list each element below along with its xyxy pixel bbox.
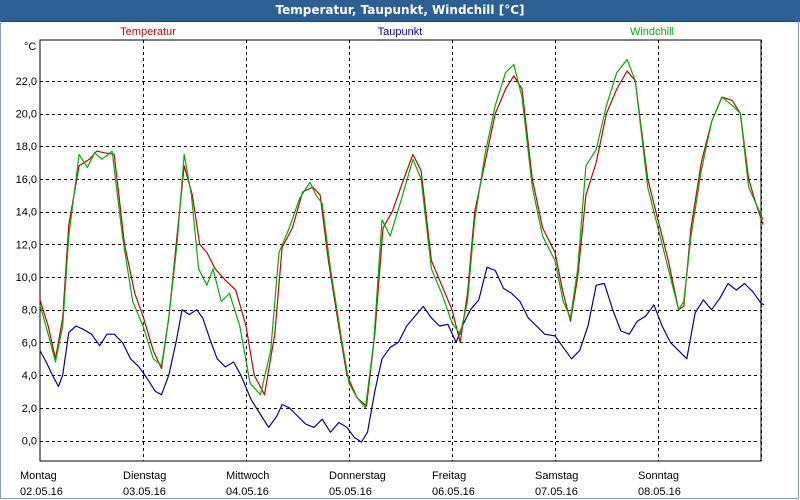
y-tick-label: 16,0 — [16, 174, 37, 186]
legend-taupunkt: Taupunkt — [378, 26, 423, 38]
x-tick-day: Sonntag — [638, 470, 679, 482]
legend-windchill: Windchill — [630, 26, 674, 38]
series-line-temperatur — [39, 70, 764, 407]
x-tick-date: 08.05.16 — [638, 486, 681, 498]
x-tick-date: 05.05.16 — [329, 486, 372, 498]
x-tick-date: 02.05.16 — [20, 486, 63, 498]
x-tick-day: Donnerstag — [329, 470, 386, 482]
y-tick-label: 6,0 — [22, 337, 37, 349]
y-tick-label: 10,0 — [16, 272, 37, 284]
y-tick-label: 18,0 — [16, 141, 37, 153]
y-tick-label: 20,0 — [16, 109, 37, 121]
y-axis-ticks: 0,0 2,0 4,0 6,0 8,0 10,0 12,0 14,0 16,0 18,0 20,0 2… — [16, 76, 37, 448]
x-tick-day: Dienstag — [123, 470, 166, 482]
x-tick-day: Mittwoch — [226, 470, 269, 482]
y-tick-label: 2,0 — [22, 403, 37, 415]
series-line-windchill — [39, 58, 764, 409]
y-tick-label: 22,0 — [16, 76, 37, 88]
x-tick-day: Samstag — [535, 470, 578, 482]
y-tick-label: 8,0 — [22, 305, 37, 317]
y-tick-label: 0,0 — [22, 436, 37, 448]
y-tick-label: 12,0 — [16, 239, 37, 251]
x-axis-ticks: Montag 02.05.16 Dienstag 03.05.16 Mittwoch 04… — [20, 470, 681, 498]
x-tick-day: Freitag — [432, 470, 466, 482]
x-tick-date: 06.05.16 — [432, 486, 475, 498]
grid-lines — [40, 40, 762, 461]
y-tick-label: 4,0 — [22, 370, 37, 382]
legend-temperatur: Temperatur — [120, 26, 176, 38]
legend: Temperatur Taupunkt Windchill — [120, 26, 674, 38]
x-tick-day: Montag — [20, 470, 57, 482]
series-lines — [39, 58, 765, 443]
y-tick-label: 14,0 — [16, 207, 37, 219]
plot-area — [39, 39, 762, 462]
x-tick-date: 03.05.16 — [123, 486, 166, 498]
y-unit-label: °C — [24, 41, 36, 53]
x-tick-date: 04.05.16 — [226, 486, 269, 498]
series-line-taupunkt — [39, 266, 765, 443]
x-tick-date: 07.05.16 — [535, 486, 578, 498]
chart-canvas: °C 0,0 2,0 4,0 6,0 8,0 10,0 12,0 14,0 16,0 18,0 20… — [16, 26, 765, 498]
